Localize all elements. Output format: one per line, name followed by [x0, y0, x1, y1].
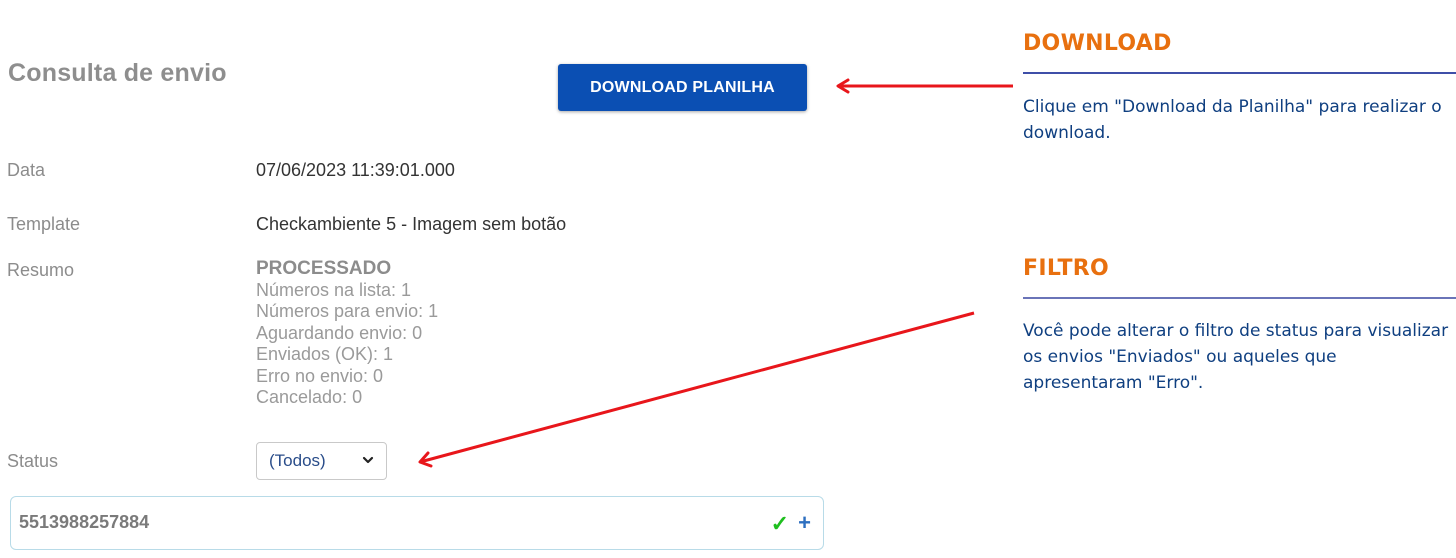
download-arrow: [836, 78, 1013, 94]
annotation-arrows: [418, 78, 1013, 468]
filtro-arrow: [418, 311, 975, 468]
